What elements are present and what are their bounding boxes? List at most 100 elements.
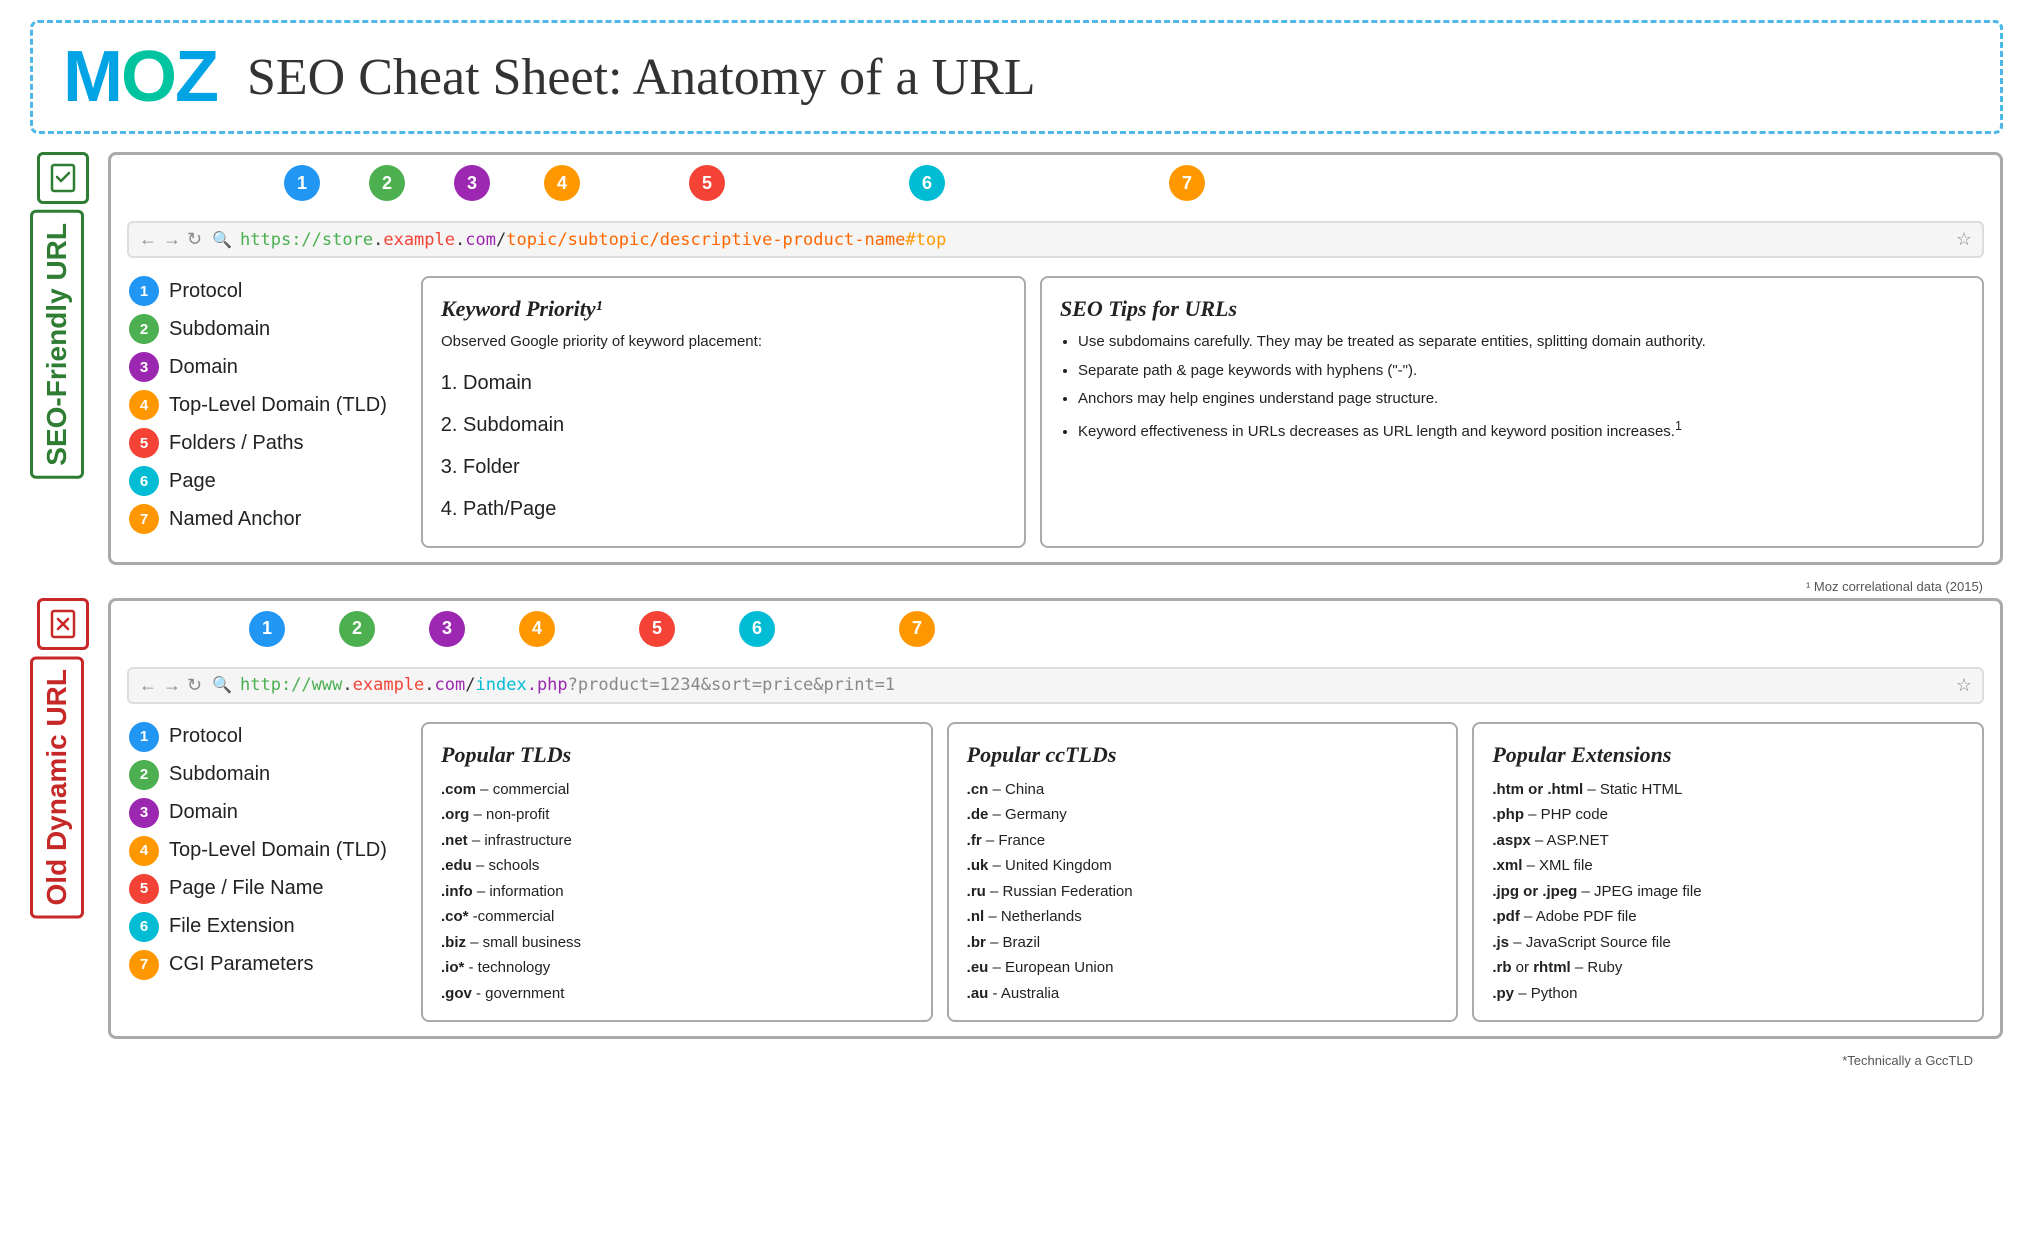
dynamic-body: 1Protocol 2Subdomain 3Domain 4Top-Level … — [111, 712, 2000, 1037]
url-www: www — [312, 675, 343, 695]
seo-info-boxes: Keyword Priority¹ Observed Google priori… — [421, 276, 1984, 548]
url-store: store — [322, 230, 373, 250]
seo-url-text: https://store.example.com/topic/subtopic… — [240, 230, 1956, 250]
circle-5-seo: 5 — [689, 165, 725, 201]
url-https: https:// — [240, 230, 322, 250]
circle-4-dyn: 4 — [519, 611, 555, 647]
dyn-part-6: 6File Extension — [127, 912, 407, 942]
circle-2-seo: 2 — [369, 165, 405, 201]
seo-part-7: 7Named Anchor — [127, 504, 407, 534]
seo-section: SEO-Friendly URL 1 2 3 4 5 6 7 ← → ↻ 🔍 h… — [30, 152, 2003, 565]
url-anchor: #top — [905, 230, 946, 250]
forward-icon: → — [163, 229, 181, 250]
dyn-part-1: 1Protocol — [127, 722, 407, 752]
url-example: example — [383, 230, 455, 250]
page-title: SEO Cheat Sheet: Anatomy of a URL — [247, 48, 1036, 107]
seo-content-box: 1 2 3 4 5 6 7 ← → ↻ 🔍 https://store.exam… — [108, 152, 2003, 565]
url-com: com — [465, 230, 496, 250]
popular-cctlds-title: Popular ccTLDs — [967, 738, 1439, 771]
dynamic-url-nav: ← → ↻ — [139, 675, 202, 696]
page-footnote: *Technically a GccTLD — [30, 1053, 2003, 1068]
keyword-priority-title: Keyword Priority¹ — [441, 292, 1006, 325]
circle-1-dyn: 1 — [249, 611, 285, 647]
circle-4-seo: 4 — [544, 165, 580, 201]
tip-3: Anchors may help engines understand page… — [1078, 388, 1964, 411]
dyn-part-3: 3Domain — [127, 798, 407, 828]
tip-4: Keyword effectiveness in URLs decreases … — [1078, 417, 1964, 444]
kp-item-1: Domain — [463, 364, 1006, 402]
back-icon: ← — [139, 229, 157, 250]
dynamic-url-bar: ← → ↻ 🔍 http://www.example.com/index.php… — [127, 667, 1984, 704]
footnote-1: ¹ Moz correlational data (2015) — [30, 579, 2003, 594]
circle-6-dyn: 6 — [739, 611, 775, 647]
seo-side-col: SEO-Friendly URL — [30, 152, 96, 565]
seo-part-6: 6Page — [127, 466, 407, 496]
circle-5-dyn: 5 — [639, 611, 675, 647]
circle-1-seo: 1 — [284, 165, 320, 201]
moz-logo: MOZ — [63, 41, 217, 113]
search-icon: 🔍 — [212, 230, 232, 250]
kp-item-2: Subdomain — [463, 406, 1006, 444]
refresh-icon: ↻ — [187, 229, 202, 250]
circle-3-dyn: 3 — [429, 611, 465, 647]
seo-part-3: 3Domain — [127, 352, 407, 382]
bookmark-icon: ☆ — [1956, 229, 1972, 250]
bookmark-icon-dyn: ☆ — [1956, 675, 1972, 696]
dynamic-circles-row: 1 2 3 4 5 6 7 — [127, 607, 1984, 659]
popular-tlds-title: Popular TLDs — [441, 738, 913, 771]
seo-parts-list: 1Protocol 2Subdomain 3Domain 4Top-Level … — [127, 276, 407, 548]
seo-section-label: SEO-Friendly URL — [30, 210, 84, 479]
popular-cctlds-box: Popular ccTLDs .cn – China .de – Germany… — [947, 722, 1459, 1023]
dynamic-info-boxes: Popular TLDs .com – commercial .org – no… — [421, 722, 1984, 1023]
tip-1: Use subdomains carefully. They may be tr… — [1078, 331, 1964, 354]
circle-6-seo: 6 — [909, 165, 945, 201]
dynamic-section: Old Dynamic URL 1 2 3 4 5 6 7 ← → ↻ 🔍 ht… — [30, 598, 2003, 1040]
dynamic-browser-icon — [37, 598, 89, 650]
dynamic-section-label: Old Dynamic URL — [30, 656, 84, 918]
keyword-priority-list: Domain Subdomain Folder Path/Page — [463, 364, 1006, 528]
seo-circles-row: 1 2 3 4 5 6 7 — [127, 161, 1984, 213]
seo-body: 1Protocol 2Subdomain 3Domain 4Top-Level … — [111, 266, 2000, 562]
seo-url-bar: ← → ↻ 🔍 https://store.example.com/topic/… — [127, 221, 1984, 258]
dyn-part-5: 5Page / File Name — [127, 874, 407, 904]
seo-part-2: 2Subdomain — [127, 314, 407, 344]
url-nav-buttons: ← → ↻ — [139, 229, 202, 250]
search-icon-dyn: 🔍 — [212, 675, 232, 695]
dyn-part-2: 2Subdomain — [127, 760, 407, 790]
cctlds-list: .cn – China .de – Germany .fr – France .… — [967, 777, 1439, 1007]
seo-tips-list: Use subdomains carefully. They may be tr… — [1078, 331, 1964, 443]
seo-part-1: 1Protocol — [127, 276, 407, 306]
tlds-list: .com – commercial .org – non-profit .net… — [441, 777, 913, 1007]
url-index: index — [476, 675, 527, 695]
dyn-part-4: 4Top-Level Domain (TLD) — [127, 836, 407, 866]
circle-3-seo: 3 — [454, 165, 490, 201]
page-header: MOZ SEO Cheat Sheet: Anatomy of a URL — [30, 20, 2003, 134]
url-php-ext: .php — [527, 675, 568, 695]
extensions-list: .htm or .html – Static HTML .php – PHP c… — [1492, 777, 1964, 1007]
dynamic-url-text: http://www.example.com/index.php?product… — [240, 675, 1956, 695]
dynamic-side-col: Old Dynamic URL — [30, 598, 96, 1040]
dyn-part-7: 7CGI Parameters — [127, 950, 407, 980]
tip-2: Separate path & page keywords with hyphe… — [1078, 360, 1964, 383]
seo-tips-box: SEO Tips for URLs Use subdomains careful… — [1040, 276, 1984, 548]
dynamic-content-box: 1 2 3 4 5 6 7 ← → ↻ 🔍 http://www.example… — [108, 598, 2003, 1040]
url-params: ?product=1234&sort=price&print=1 — [568, 675, 896, 695]
url-http: http:// — [240, 675, 312, 695]
dynamic-parts-list: 1Protocol 2Subdomain 3Domain 4Top-Level … — [127, 722, 407, 1023]
kp-item-3: Folder — [463, 448, 1006, 486]
circle-2-dyn: 2 — [339, 611, 375, 647]
url-example-dyn: example — [353, 675, 425, 695]
back-icon-dyn: ← — [139, 675, 157, 696]
kp-item-4: Path/Page — [463, 490, 1006, 528]
keyword-priority-subtitle: Observed Google priority of keyword plac… — [441, 331, 1006, 354]
popular-extensions-box: Popular Extensions .htm or .html – Stati… — [1472, 722, 1984, 1023]
seo-part-5: 5Folders / Paths — [127, 428, 407, 458]
circle-7-seo: 7 — [1169, 165, 1205, 201]
popular-extensions-title: Popular Extensions — [1492, 738, 1964, 771]
url-com-dyn: com — [435, 675, 466, 695]
seo-browser-icon — [37, 152, 89, 204]
refresh-icon-dyn: ↻ — [187, 675, 202, 696]
popular-tlds-box: Popular TLDs .com – commercial .org – no… — [421, 722, 933, 1023]
url-path: topic/subtopic/descriptive-product-name — [506, 230, 905, 250]
forward-icon-dyn: → — [163, 675, 181, 696]
